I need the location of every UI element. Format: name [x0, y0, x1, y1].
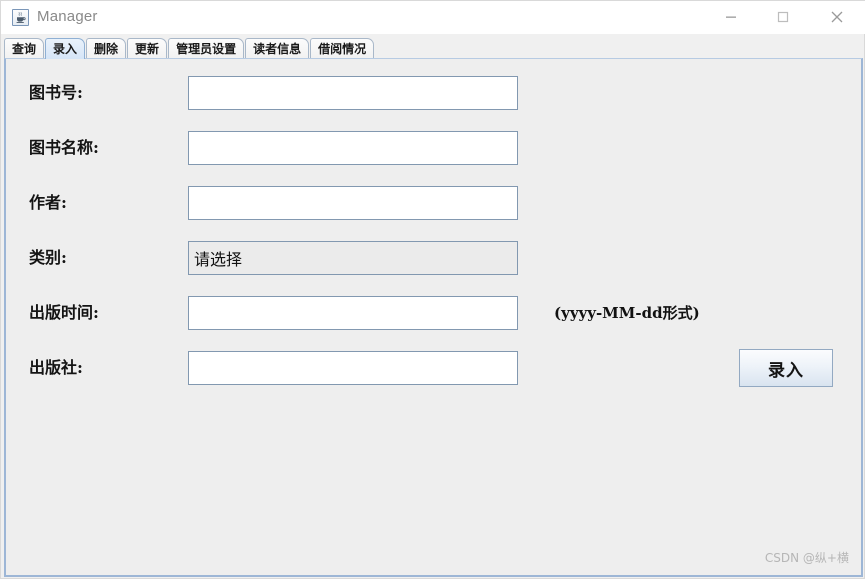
submit-entry-button[interactable]: 录入 [739, 349, 833, 387]
tab-strip: 查询 录入 删除 更新 管理员设置 读者信息 借阅情况 [4, 37, 863, 59]
maximize-icon [777, 11, 789, 23]
text-input-0[interactable] [188, 76, 518, 110]
minimize-button[interactable] [708, 1, 754, 33]
form-row: 图书号: [6, 76, 865, 110]
tab-content-panel: 图书号: 图书名称: 作者: 类别: 出版时间: (yyyy-MM-dd形式) 出版社: 录… [4, 58, 863, 577]
tab-3[interactable]: 更新 [127, 38, 168, 59]
category-combo-field[interactable] [188, 241, 518, 275]
tab-0[interactable]: 查询 [4, 38, 45, 59]
form-row: 出版社: [6, 351, 865, 385]
close-icon [831, 11, 843, 23]
field-label: 图书名称: [29, 138, 99, 157]
field-label: 出版社: [29, 358, 83, 377]
minimize-icon [726, 16, 736, 18]
application-window: Manager 查询 录入 删除 更新 管理员设置 读者信息 借阅情况 图书号: 图书名称: 作… [0, 0, 865, 579]
text-input-1[interactable] [188, 131, 518, 165]
date-format-hint: (yyyy-MM-dd形式) [554, 304, 700, 322]
tab-1[interactable]: 录入 [45, 38, 86, 59]
title-bar: Manager [1, 1, 865, 34]
form-row: 类别: [6, 241, 865, 275]
close-button[interactable] [814, 1, 860, 33]
text-input-4[interactable] [188, 296, 518, 330]
form-row: 图书名称: [6, 131, 865, 165]
java-coffee-cup-icon [12, 9, 29, 26]
form-row: 出版时间: (yyyy-MM-dd形式) [6, 296, 865, 330]
tab-2[interactable]: 删除 [86, 38, 127, 59]
form-row: 作者: [6, 186, 865, 220]
tab-4[interactable]: 管理员设置 [168, 38, 245, 59]
text-input-2[interactable] [188, 186, 518, 220]
text-input-5[interactable] [188, 351, 518, 385]
watermark-text: CSDN @纵+横 [764, 551, 849, 565]
tab-6[interactable]: 借阅情况 [310, 38, 375, 59]
tab-5[interactable]: 读者信息 [245, 38, 310, 59]
maximize-button[interactable] [760, 1, 806, 33]
field-label: 类别: [29, 248, 67, 267]
field-label: 作者: [29, 193, 67, 212]
window-title: Manager [37, 8, 98, 25]
field-label: 图书号: [29, 83, 83, 102]
field-label: 出版时间: [29, 303, 99, 322]
